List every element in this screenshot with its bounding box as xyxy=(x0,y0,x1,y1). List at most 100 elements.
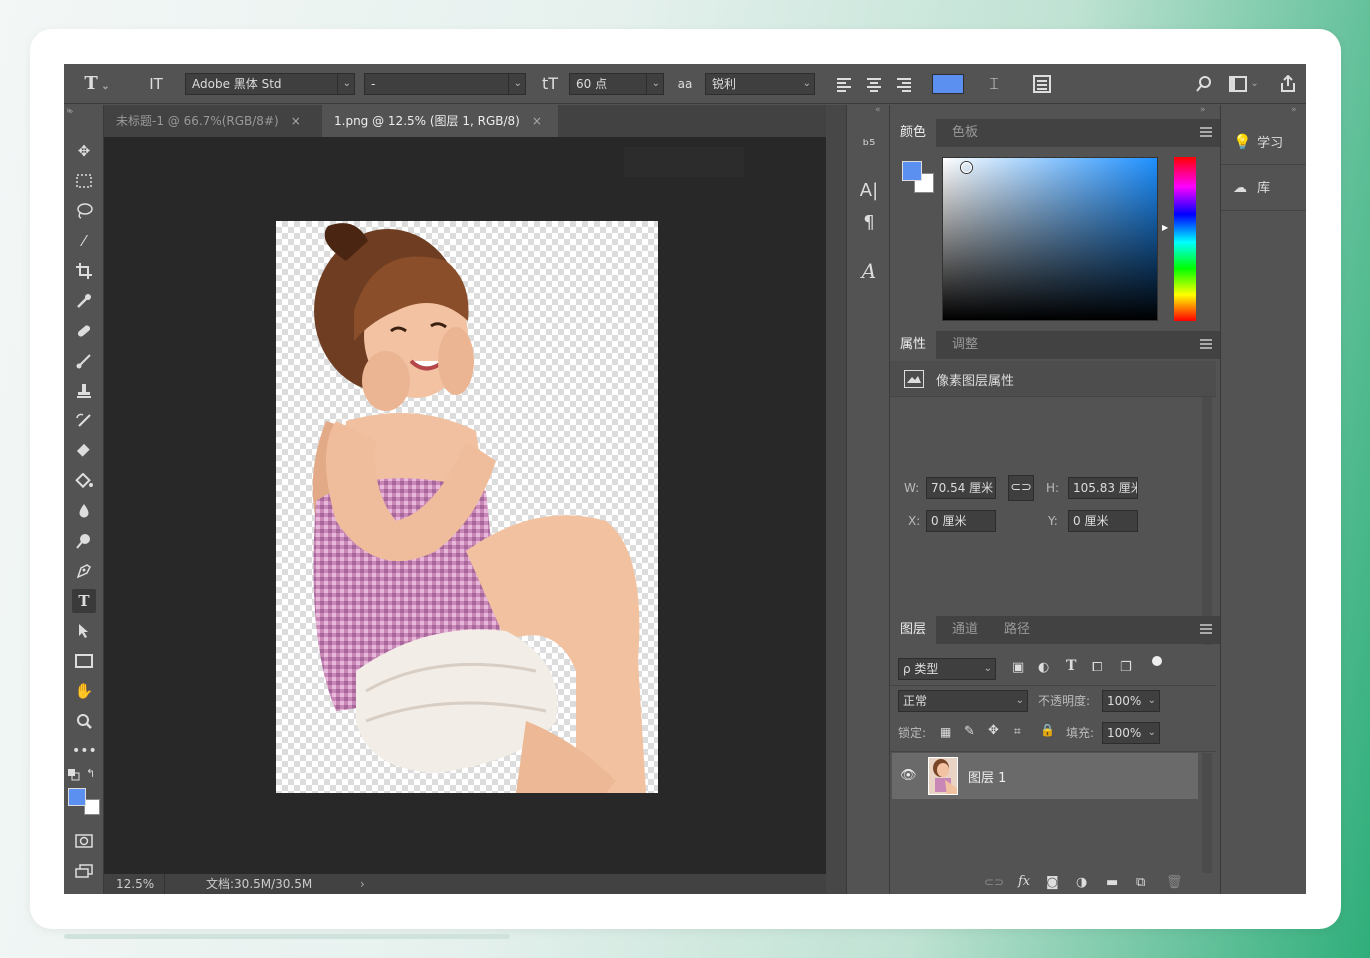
collapse-dock-icon[interactable]: « xyxy=(875,105,881,115)
collapse-panels-icon[interactable]: » xyxy=(1200,105,1206,115)
eraser-tool-icon[interactable] xyxy=(72,439,96,463)
lock-transparent-icon[interactable]: ▦ xyxy=(940,725,951,739)
move-tool-icon[interactable]: ✥ xyxy=(72,139,96,163)
brush-tool-icon[interactable] xyxy=(72,349,96,373)
filter-adjustment-icon[interactable]: ◐ xyxy=(1038,660,1049,675)
healing-brush-tool-icon[interactable] xyxy=(72,319,96,343)
width-field[interactable]: 70.54 厘米 xyxy=(926,477,996,499)
paragraph-panel-icon[interactable]: ¶ xyxy=(857,211,881,235)
close-tab-icon[interactable]: × xyxy=(532,114,542,128)
blur-tool-icon[interactable] xyxy=(72,499,96,523)
path-selection-tool-icon[interactable] xyxy=(72,619,96,643)
layer-row[interactable]: 👁 图层 1 xyxy=(892,753,1198,799)
new-group-icon[interactable]: ▬ xyxy=(1106,875,1118,890)
panel-menu-icon[interactable] xyxy=(1200,624,1212,634)
layer-visibility-eye-icon[interactable]: 👁 xyxy=(900,768,917,783)
properties-scrollbar[interactable] xyxy=(1202,397,1212,645)
new-layer-icon[interactable]: ⧉ xyxy=(1136,875,1145,890)
zoom-tool-icon[interactable] xyxy=(72,709,96,733)
tab-layers[interactable]: 图层 xyxy=(890,616,937,644)
quick-mask-icon[interactable] xyxy=(72,829,96,853)
adjustment-layer-icon[interactable]: ◑ xyxy=(1076,875,1087,890)
character-panel-icon[interactable]: A| xyxy=(857,179,881,203)
collapse-right-dock-icon[interactable]: » xyxy=(1291,105,1297,115)
tab-swatches[interactable]: 色板 xyxy=(942,119,988,147)
filter-smart-object-icon[interactable]: ❐ xyxy=(1120,660,1132,675)
hue-slider[interactable] xyxy=(1174,157,1196,321)
font-family-select[interactable]: Adobe 黑体 Std ⌄ xyxy=(185,73,355,95)
lock-artboard-icon[interactable]: ⌗ xyxy=(1014,724,1021,739)
more-tools-icon[interactable]: ••• xyxy=(72,739,97,763)
panel-menu-icon[interactable] xyxy=(1200,127,1212,137)
layer-name[interactable]: 图层 1 xyxy=(968,767,1006,786)
fill-field[interactable]: 100% ⌄ xyxy=(1102,722,1160,744)
search-icon[interactable] xyxy=(1192,72,1216,96)
canvas-area[interactable] xyxy=(104,137,826,874)
tab-channels[interactable]: 通道 xyxy=(942,616,988,644)
page-scrollbar[interactable] xyxy=(64,934,510,939)
link-dimensions-icon[interactable]: ⊂⊃ xyxy=(1008,475,1034,501)
tab-untitled-1[interactable]: 未标题-1 @ 66.7%(RGB/8#) × xyxy=(104,105,322,137)
x-field[interactable]: 0 厘米 xyxy=(926,510,996,532)
tab-color[interactable]: 颜色 xyxy=(890,119,937,147)
panel-menu-icon[interactable] xyxy=(1200,339,1212,349)
close-tab-icon[interactable]: × xyxy=(291,114,301,128)
text-color-swatch[interactable] xyxy=(932,74,964,94)
lock-image-icon[interactable]: ✎ xyxy=(964,724,975,739)
align-center-icon[interactable] xyxy=(864,72,884,96)
history-panel-icon[interactable]: ᵇ⁵ xyxy=(857,133,881,157)
height-field[interactable]: 105.83 厘米 xyxy=(1068,477,1138,499)
font-size-select[interactable]: 60 点 ⌄ xyxy=(569,73,664,95)
layers-scrollbar[interactable] xyxy=(1202,753,1212,873)
status-menu-arrow[interactable]: › xyxy=(360,874,365,894)
tab-1-png[interactable]: 1.png @ 12.5% (图层 1, RGB/8) × xyxy=(322,105,558,137)
dodge-tool-icon[interactable] xyxy=(72,529,96,553)
default-colors-icon[interactable] xyxy=(68,769,80,781)
crop-tool-icon[interactable] xyxy=(72,259,96,283)
tab-paths[interactable]: 路径 xyxy=(994,616,1040,644)
lasso-tool-icon[interactable] xyxy=(72,199,96,223)
libraries-panel-button[interactable]: ☁ 库 xyxy=(1221,165,1306,211)
pen-tool-icon[interactable] xyxy=(72,559,96,583)
tab-properties[interactable]: 属性 xyxy=(890,331,937,359)
glyphs-panel-icon[interactable]: A xyxy=(857,259,881,283)
rectangle-tool-icon[interactable] xyxy=(72,649,96,673)
workspace-switcher-icon[interactable]: ⌄ xyxy=(1226,72,1262,96)
clone-stamp-tool-icon[interactable] xyxy=(72,379,96,403)
screen-mode-icon[interactable] xyxy=(72,859,96,883)
y-field[interactable]: 0 厘米 xyxy=(1068,510,1138,532)
layer-style-fx-icon[interactable]: fx xyxy=(1018,874,1030,889)
layer-filter-select[interactable]: ρ 类型 ⌄ xyxy=(898,658,996,680)
paint-bucket-tool-icon[interactable] xyxy=(72,469,96,493)
color-picker-cursor[interactable] xyxy=(961,162,972,173)
blend-mode-select[interactable]: 正常 ⌄ xyxy=(898,690,1028,712)
filter-type-icon[interactable]: T xyxy=(1066,658,1076,674)
link-layers-icon[interactable]: ⊂⊃ xyxy=(984,875,1004,889)
delete-layer-icon[interactable]: 🗑 xyxy=(1166,875,1183,890)
learn-panel-button[interactable]: 💡 学习 xyxy=(1221,119,1306,165)
background-color-swatch[interactable] xyxy=(84,799,100,815)
hue-slider-marker[interactable]: ▶ xyxy=(1162,223,1168,232)
tab-adjustments[interactable]: 调整 xyxy=(942,331,988,359)
character-panel-icon[interactable] xyxy=(1030,72,1054,96)
canvas-vertical-scrollbar[interactable] xyxy=(826,105,846,894)
magic-wand-tool-icon[interactable]: ⁄ xyxy=(72,229,96,253)
color-foreground-swatch[interactable] xyxy=(902,161,922,181)
lock-all-icon[interactable]: 🔒 xyxy=(1040,723,1055,737)
type-tool-icon[interactable]: T xyxy=(72,589,96,613)
marquee-tool-icon[interactable] xyxy=(72,169,96,193)
anti-alias-select[interactable]: 锐利 ⌄ xyxy=(705,73,815,95)
add-mask-icon[interactable]: ◙ xyxy=(1046,875,1059,890)
filter-pixel-icon[interactable]: ▣ xyxy=(1012,660,1024,675)
align-left-icon[interactable] xyxy=(834,72,854,96)
filter-shape-icon[interactable]: ⧠ xyxy=(1092,660,1102,675)
swap-colors-icon[interactable]: ↰ xyxy=(86,767,95,780)
filter-toggle-icon[interactable] xyxy=(1152,656,1162,666)
hand-tool-icon[interactable]: ✋ xyxy=(72,679,96,703)
foreground-color-swatch[interactable] xyxy=(68,788,86,806)
expand-icon[interactable]: » xyxy=(66,106,72,116)
opacity-field[interactable]: 100% ⌄ xyxy=(1102,690,1160,712)
align-right-icon[interactable] xyxy=(894,72,914,96)
history-brush-tool-icon[interactable] xyxy=(72,409,96,433)
warp-text-icon[interactable]: ⌶ xyxy=(982,72,1006,96)
